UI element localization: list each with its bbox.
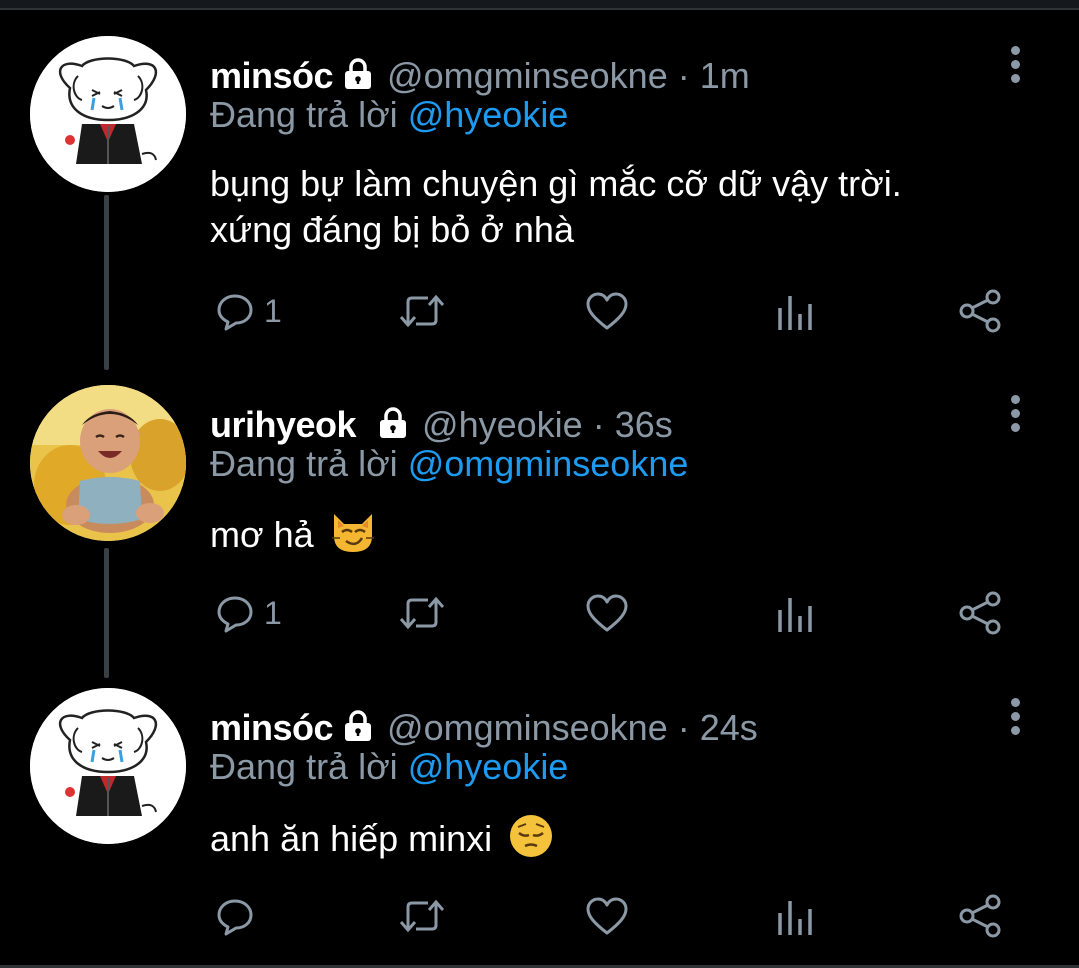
reply-context: Đang trả lời @omgminseokne [210,443,688,485]
reply-mention[interactable]: @hyeokie [408,94,569,135]
retweet-button[interactable] [396,588,448,638]
tweet-text-line: anh ăn hiếp minxi [210,818,493,860]
pensive-face-icon [508,813,554,870]
username[interactable]: @omgminseokne [387,55,668,97]
top-divider [0,0,1079,10]
retweet-icon [399,899,445,933]
reply-button[interactable] [214,891,264,941]
tweet-text: mơ hả [210,510,376,565]
lock-icon [343,709,373,747]
retweet-button[interactable] [396,286,448,336]
tweet[interactable]: minsóc @omgminseokne · 24s Đang trả lời … [0,688,1079,958]
heart-icon [586,292,628,330]
reply-prefix: Đang trả lời [210,94,398,135]
reply-mention[interactable]: @omgminseokne [408,443,689,484]
cartoon-dog-avatar-icon [30,688,186,844]
reply-icon [217,596,253,633]
tweet-text-line: mơ hả [210,514,314,556]
more-options-icon[interactable] [1005,395,1025,435]
retweet-button[interactable] [396,891,448,941]
cartoon-dog-avatar-icon [30,36,186,192]
username[interactable]: @omgminseokne [387,707,668,749]
username[interactable]: @hyeokie [422,404,583,446]
share-button[interactable] [958,286,1004,336]
like-button[interactable] [584,286,630,336]
reply-prefix: Đang trả lời [210,746,398,787]
lock-icon [343,57,373,95]
reply-prefix: Đang trả lời [210,443,398,484]
tweet-text-line: bụng bự làm chuyện gì mắc cỡ dữ vậy trời… [210,163,902,204]
tweet-text: bụng bự làm chuyện gì mắc cỡ dữ vậy trời… [210,161,902,253]
retweet-icon [399,294,445,328]
reply-count: 1 [264,292,282,329]
avatar[interactable] [30,36,186,192]
tweet-text-line: xứng đáng bị bỏ ở nhà [210,209,574,250]
timestamp[interactable]: 1m [700,55,750,97]
display-name[interactable]: minsóc [210,55,334,97]
analytics-icon [778,901,812,935]
heart-icon [586,897,628,935]
share-icon [959,591,1001,635]
timestamp[interactable]: 36s [615,404,673,446]
tweet-text: anh ăn hiếp minxi [210,813,554,870]
analytics-icon [778,598,812,632]
display-name[interactable]: minsóc [210,707,334,749]
more-options-icon[interactable] [1005,698,1025,738]
action-bar [210,891,1030,941]
action-bar: 1 [210,286,1030,336]
display-name[interactable]: urihyeok [210,404,357,446]
share-button[interactable] [958,891,1004,941]
reply-icon [217,899,253,936]
tweet[interactable]: urihyeok @hyeokie · 36s Đang trả lời @om… [0,385,1079,675]
timestamp[interactable]: 24s [700,707,758,749]
retweet-icon [399,596,445,630]
share-icon [959,289,1001,333]
share-icon [959,894,1001,938]
action-bar: 1 [210,588,1030,638]
share-button[interactable] [958,588,1004,638]
reply-icon [217,294,253,331]
analytics-icon [778,296,812,330]
avatar[interactable] [30,688,186,844]
reply-context: Đang trả lời @hyeokie [210,746,568,788]
like-button[interactable] [584,891,630,941]
reply-mention[interactable]: @hyeokie [408,746,569,787]
smirk-cat-icon [330,510,376,565]
analytics-button[interactable] [776,286,816,336]
like-button[interactable] [584,588,630,638]
avatar[interactable] [30,385,186,541]
analytics-button[interactable] [776,891,816,941]
tweet[interactable]: minsóc @omgminseokne · 1m Đang trả lời @… [0,36,1079,366]
analytics-button[interactable] [776,588,816,638]
reply-count: 1 [264,594,282,631]
reply-context: Đang trả lời @hyeokie [210,94,568,136]
baby-photo-avatar-icon [30,385,186,541]
more-options-icon[interactable] [1005,46,1025,86]
lock-icon [378,406,408,444]
reply-button[interactable]: 1 [214,286,282,336]
heart-icon [586,594,628,632]
reply-button[interactable]: 1 [214,588,282,638]
